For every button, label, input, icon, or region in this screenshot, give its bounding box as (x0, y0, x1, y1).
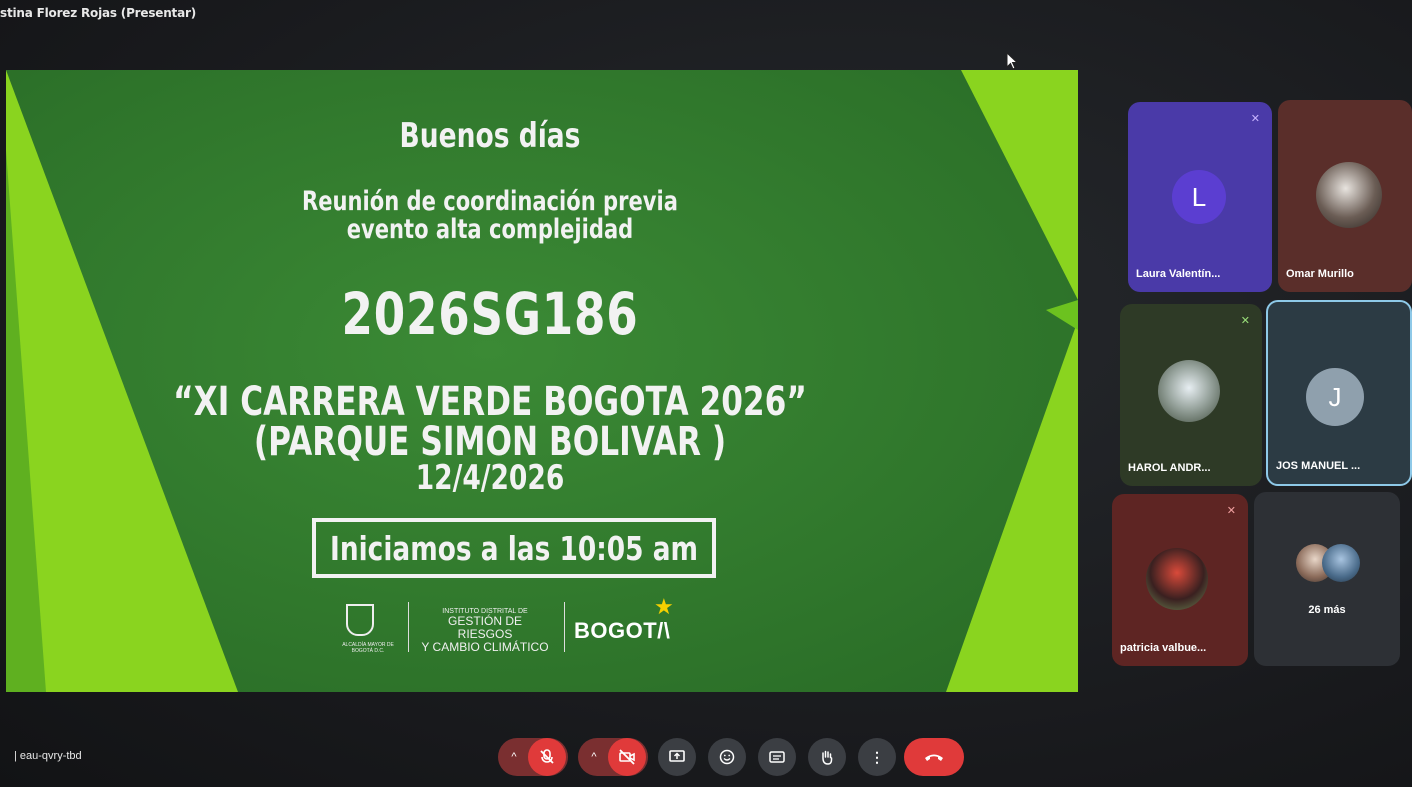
meeting-code: | eau-qvry-tbd (14, 750, 82, 762)
alcaldia-crest-icon (346, 604, 374, 636)
present-icon[interactable] (658, 738, 696, 776)
mic-off-icon: ✕ (1226, 505, 1236, 517)
slide-subtitle-line2: evento alta complejidad (346, 214, 634, 245)
presenter-name: stina Florez Rojas (Presentar) (0, 6, 196, 20)
logo-divider (408, 602, 409, 652)
chevron-up-icon[interactable]: ^ (502, 738, 526, 776)
captions-icon[interactable] (758, 738, 796, 776)
alcaldia-caption: ALCALDÍA MAYOR DE BOGOTÁ D.C. (342, 642, 394, 654)
mic-off-icon: ✕ (1250, 113, 1260, 125)
idiger-line1: GESTIÓN DE RIESGOS (447, 614, 522, 641)
raise-hand-icon[interactable] (808, 738, 846, 776)
participant-tile[interactable]: ✕ HAROL ANDR... (1120, 304, 1262, 486)
mouse-cursor-icon (1006, 52, 1019, 70)
idiger-logo: INSTITUTO DISTRITAL DE GESTIÓN DE RIESGO… (420, 608, 550, 654)
mic-off-icon: ✕ (1240, 315, 1250, 327)
slide-event-name: “XI CARRERA VERDE BOGOTA 2026” (PARQUE S… (72, 382, 908, 462)
participant-tile[interactable]: ✕ L Laura Valentín... (1128, 102, 1272, 292)
start-time-box: Iniciamos a las 10:05 am (312, 518, 716, 578)
avatar (1322, 544, 1360, 582)
emoji-icon[interactable] (708, 738, 746, 776)
participant-name: Laura Valentín... (1136, 268, 1221, 280)
shared-slide: Buenos días Reunión de coordinación prev… (6, 70, 1078, 692)
camera-off-icon[interactable] (608, 738, 646, 776)
more-participants-tile[interactable]: 26 más (1254, 492, 1400, 666)
avatar (1316, 162, 1382, 228)
participant-tile[interactable]: ✕ patricia valbue... (1112, 494, 1248, 666)
idiger-line2: Y CAMBIO CLIMÁTICO (421, 640, 549, 654)
mic-off-icon[interactable] (528, 738, 566, 776)
participant-name: Omar Murillo (1286, 268, 1354, 280)
slide-event-code: 2026SG186 (341, 280, 639, 348)
sponsor-logos: ALCALDÍA MAYOR DE BOGOTÁ D.C. INSTITUTO … (338, 594, 688, 658)
participant-name: JOS MANUEL ... (1276, 460, 1361, 472)
participant-name: HAROL ANDR... (1128, 462, 1211, 474)
slide-subtitle: Reunión de coordinación previa evento al… (72, 188, 908, 244)
logo-divider (564, 602, 565, 652)
bogota-star-icon: ★ (654, 594, 674, 619)
participant-tile[interactable]: Omar Murillo (1278, 100, 1412, 292)
slide-greeting: Buenos días (399, 116, 581, 156)
slide-subtitle-line1: Reunión de coordinación previa (302, 186, 678, 217)
bogota-logo: BOGOT/\ (574, 618, 671, 643)
chevron-up-icon[interactable]: ^ (582, 738, 606, 776)
more-vert-icon[interactable]: ⋮ (858, 738, 896, 776)
participant-tile-speaking[interactable]: J JOS MANUEL ... (1266, 300, 1412, 486)
avatar: J (1306, 368, 1364, 426)
avatar (1146, 548, 1208, 610)
avatar (1158, 360, 1220, 422)
more-participants-label: 26 más (1308, 604, 1346, 616)
slide-event-line1: “XI CARRERA VERDE BOGOTA 2026” (173, 379, 807, 425)
start-time-text: Iniciamos a las 10:05 am (329, 528, 699, 568)
avatar: L (1172, 170, 1226, 224)
participant-name: patricia valbue... (1120, 642, 1207, 654)
end-call-icon[interactable] (904, 738, 964, 776)
slide-event-date: 12/4/2026 (415, 458, 565, 498)
slide-event-line2: (PARQUE SIMON BOLIVAR ) (253, 419, 727, 465)
